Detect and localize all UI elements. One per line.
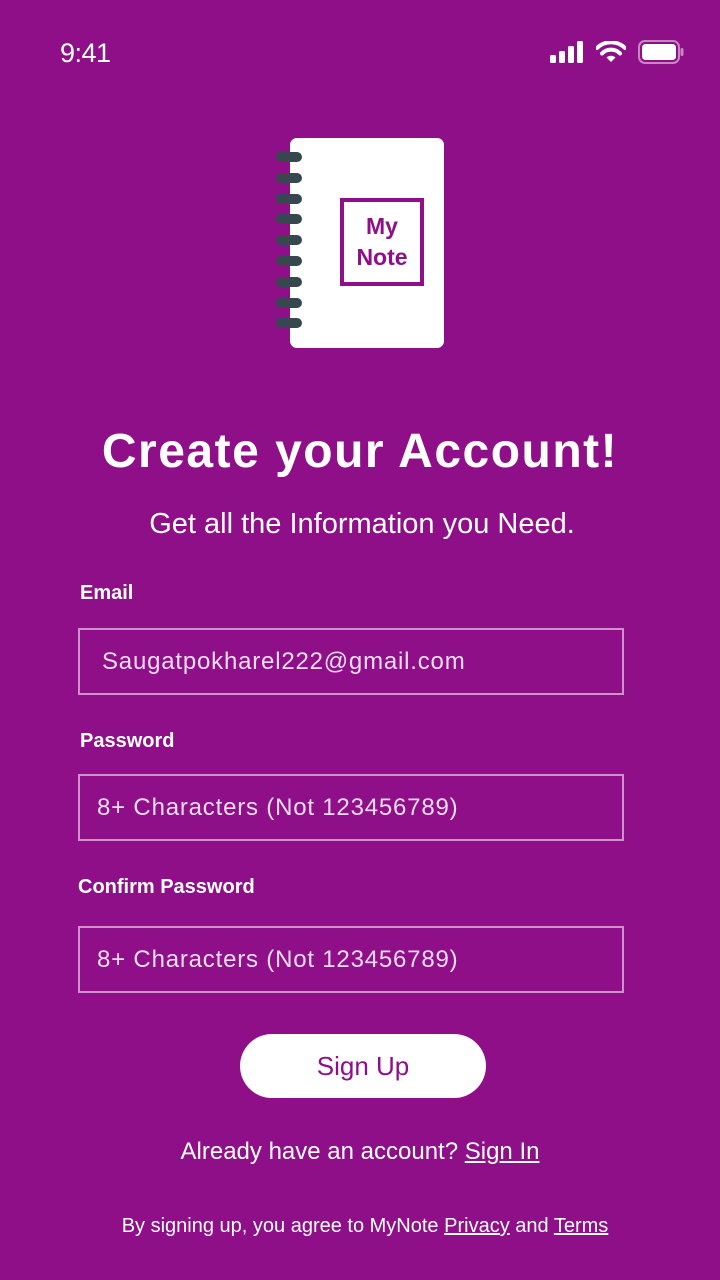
- have-account-row: Already have an account? Sign In: [0, 1138, 720, 1166]
- status-bar: 9:41: [0, 0, 720, 100]
- confirm-password-field[interactable]: [78, 926, 624, 993]
- sign-up-button[interactable]: Sign Up: [240, 1034, 486, 1098]
- notebook-ring: [276, 152, 302, 162]
- confirm-password-label: Confirm Password: [78, 876, 255, 898]
- terms-link[interactable]: Terms: [554, 1215, 608, 1237]
- notebook-rings: [276, 152, 304, 339]
- privacy-link[interactable]: Privacy: [444, 1215, 510, 1237]
- page-title: Create your Account!: [101, 425, 619, 478]
- agree-text: By signing up, you agree to MyNote: [121, 1215, 439, 1237]
- spiral-notebook-icon: My Note: [290, 138, 444, 348]
- password-field[interactable]: [78, 774, 624, 841]
- cellular-signal-icon: [550, 41, 584, 68]
- notebook-ring: [276, 297, 302, 308]
- notebook-ring: [276, 255, 302, 266]
- notebook-ring: [276, 276, 302, 287]
- email-field[interactable]: [78, 628, 624, 695]
- status-time: 9:41: [60, 38, 111, 68]
- notebook-ring: [276, 172, 302, 183]
- notebook-ring: [276, 318, 302, 329]
- logo-label-box: My Note: [340, 198, 424, 286]
- have-account-text: Already have an account?: [180, 1138, 459, 1165]
- sign-in-link[interactable]: Sign In: [465, 1138, 540, 1165]
- password-label: Password: [80, 730, 175, 752]
- notebook-ring: [276, 193, 302, 204]
- notebook-ring: [276, 235, 302, 246]
- notebook-ring: [276, 214, 302, 225]
- page-subtitle: Get all the Information you Need.: [149, 508, 575, 540]
- logo-text-line2: Note: [356, 244, 408, 270]
- wifi-icon: [595, 40, 627, 68]
- battery-icon: [638, 40, 684, 69]
- terms-row: By signing up, you agree to MyNote Priva…: [0, 1215, 720, 1238]
- logo-text-line1: My: [366, 213, 398, 239]
- app-logo: My Note: [276, 138, 446, 350]
- status-icons: [550, 40, 684, 69]
- and-text: and: [515, 1215, 549, 1237]
- email-label: Email: [80, 582, 134, 604]
